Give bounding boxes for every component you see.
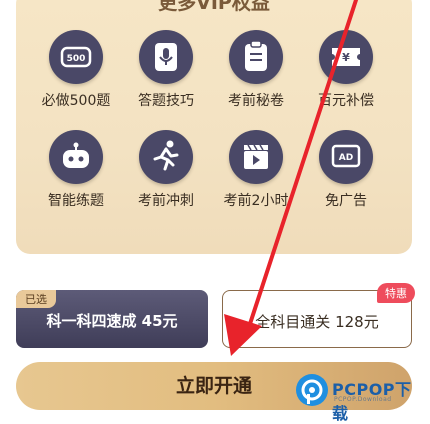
watermark-sub: PCPOP.Download: [334, 396, 392, 403]
benefit-no-ads[interactable]: AD 免广告: [300, 130, 392, 210]
ad-block-icon: AD: [319, 130, 373, 184]
plan-card-selected[interactable]: 已选 科一科四速成 45元: [16, 290, 208, 348]
benefit-label: 考前秘卷: [228, 93, 284, 109]
benefit-label: 考前冲刺: [138, 193, 194, 209]
benefit-exam-secret[interactable]: 考前秘卷: [210, 30, 302, 110]
benefit-label: 答题技巧: [138, 93, 194, 109]
benefit-must-do-500[interactable]: 500 必做500题: [30, 30, 122, 110]
running-man-icon: [139, 130, 193, 184]
clipboard-icon: [229, 30, 283, 84]
500-badge-icon: 500: [49, 30, 103, 84]
plan-name-price: 全科目通关 128元: [255, 313, 379, 331]
benefit-sprint[interactable]: 考前冲刺: [120, 130, 212, 210]
pcpop-watermark: PCPOP下载 PCPOP.Download: [296, 372, 420, 423]
pcpop-logo-icon: [296, 374, 328, 406]
benefit-answer-tips[interactable]: 答题技巧: [120, 30, 212, 110]
robot-icon: [49, 130, 103, 184]
plan-name-price: 科一科四速成 45元: [46, 312, 178, 330]
yen-coupon-icon: ¥: [319, 30, 373, 84]
clapperboard-icon: [229, 130, 283, 184]
benefit-label: 考前2小时: [223, 193, 289, 209]
vip-benefits-panel: 更多VIP权益 500 必做500题 答题技巧 考前秘卷 ¥ 百元补偿 智能练题…: [16, 0, 412, 254]
plan-card-full[interactable]: 特惠 全科目通关 128元: [222, 283, 415, 348]
benefit-2-hours[interactable]: 考前2小时: [210, 130, 302, 210]
benefit-label: 智能练题: [48, 193, 104, 209]
benefit-label: 必做500题: [41, 93, 111, 109]
svg-text:500: 500: [67, 54, 86, 64]
selected-tag: 已选: [16, 290, 56, 308]
benefit-label: 百元补偿: [318, 93, 374, 109]
svg-text:¥: ¥: [342, 51, 350, 64]
svg-text:AD: AD: [339, 153, 353, 163]
benefit-smart-practice[interactable]: 智能练题: [30, 130, 122, 210]
panel-title: 更多VIP权益: [158, 0, 270, 14]
microphone-book-icon: [139, 30, 193, 84]
benefit-label: 免广告: [325, 193, 367, 209]
benefit-compensation[interactable]: ¥ 百元补偿: [300, 30, 392, 110]
special-offer-badge: 特惠: [377, 283, 415, 303]
